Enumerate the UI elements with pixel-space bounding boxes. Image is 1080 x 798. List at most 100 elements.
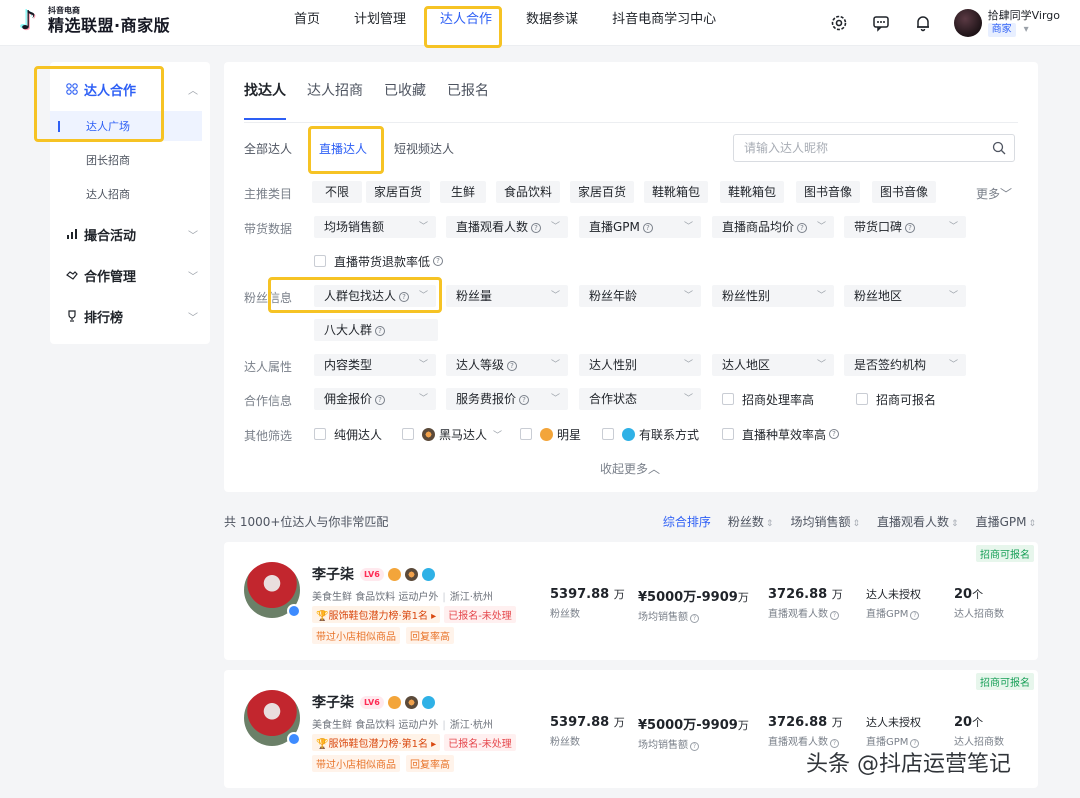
influencer-card[interactable]: 招商可报名 李子柒 LV6 美食生鲜 食品饮料 运动户外 | 浙江·杭州 🏆服饰鞋包…: [224, 542, 1038, 660]
checkbox-label: 有联系方式: [639, 427, 700, 442]
checkbox-has-contact[interactable]: 有联系方式: [602, 423, 699, 445]
checkbox-low-refund[interactable]: 直播带货退款率低?: [314, 250, 444, 272]
influencer-name[interactable]: 李子柒: [312, 692, 354, 712]
avatar[interactable]: [244, 690, 301, 746]
sort-fans[interactable]: 粉丝数 ⇕: [728, 513, 774, 530]
checkbox[interactable]: [402, 428, 414, 440]
dropdown-coop-status[interactable]: 合作状态 ﹀: [579, 388, 701, 410]
category-chip[interactable]: 生鲜: [440, 181, 486, 203]
more-categories-button[interactable]: 更多﹀: [976, 185, 1012, 202]
dropdown-service-fee[interactable]: 服务费报价? ﹀: [446, 388, 568, 410]
nav-home[interactable]: 首页: [282, 0, 332, 46]
category-chip[interactable]: 鞋靴箱包: [720, 181, 784, 203]
sort-viewers[interactable]: 直播观看人数 ⇕: [877, 513, 959, 530]
checkbox[interactable]: [314, 428, 326, 440]
checkbox[interactable]: [602, 428, 614, 440]
dropdown-agency[interactable]: 是否签约机构 ﹀: [844, 354, 966, 376]
dropdown-avg-sales[interactable]: 均场销售额 ﹀: [314, 216, 436, 238]
tab-favorites[interactable]: 已收藏: [384, 80, 426, 120]
category-chip[interactable]: 鞋靴箱包: [644, 181, 708, 203]
tab-influencer-recruit[interactable]: 达人招商: [307, 80, 363, 120]
checkbox[interactable]: [314, 255, 326, 267]
result-count: 共 1000+位达人与你非常匹配: [224, 515, 389, 529]
dropdown-avg-price[interactable]: 直播商品均价? ﹀: [712, 216, 834, 238]
dropdown-label: 合作状态: [589, 392, 638, 406]
checkbox[interactable]: [722, 428, 734, 440]
help-icon: ?: [690, 742, 699, 751]
dropdown-commission[interactable]: 佣金报价? ﹀: [314, 388, 436, 410]
dropdown-gender[interactable]: 达人性别 ﹀: [579, 354, 701, 376]
dropdown-reputation[interactable]: 带货口碑? ﹀: [844, 216, 966, 238]
category-chip[interactable]: 家居百货: [366, 181, 430, 203]
nav-learning[interactable]: 抖音电商学习中心: [600, 0, 728, 46]
checkbox[interactable]: [722, 393, 734, 405]
influencer-name[interactable]: 李子柒: [312, 564, 354, 584]
checkbox-high-process-rate[interactable]: 招商处理率高: [722, 388, 814, 410]
user-avatar[interactable]: [953, 9, 982, 37]
dropdown-live-viewers[interactable]: 直播观看人数? ﹀: [446, 216, 568, 238]
bell-icon[interactable]: [912, 12, 934, 34]
rank-label: 服饰鞋包潜力榜·第1名: [328, 739, 428, 750]
category-chip[interactable]: 图书音像: [796, 181, 860, 203]
search-input[interactable]: [734, 135, 974, 161]
settings-icon[interactable]: [828, 12, 850, 34]
dropdown-content-type[interactable]: 内容类型 ﹀: [314, 354, 436, 376]
sort-icon: ⇕: [1028, 519, 1036, 529]
collapse-button[interactable]: 收起更多︿: [600, 460, 660, 477]
sidebar-group-matching[interactable]: 撮合活动 ﹀: [50, 217, 210, 251]
category-chip[interactable]: 家居百货: [570, 181, 634, 203]
category: 食品饮料: [355, 720, 396, 731]
chevron-down-icon: ﹀: [683, 291, 693, 301]
checkbox-can-register[interactable]: 招商可报名: [856, 388, 936, 410]
dropdown-label: 达人等级: [456, 358, 505, 372]
sidebar-group-ranking[interactable]: 排行榜 ﹀: [50, 299, 210, 333]
category-chip[interactable]: 图书音像: [872, 181, 936, 203]
rank-badge[interactable]: 🏆服饰鞋包潜力榜·第1名 ▸: [312, 734, 441, 751]
sidebar-group-label: 排行榜: [84, 310, 124, 326]
nav-data[interactable]: 数据参谋: [514, 0, 590, 46]
sort-gpm[interactable]: 直播GPM ⇕: [976, 513, 1036, 530]
dropdown-label: 达人性别: [589, 358, 638, 372]
checkbox[interactable]: [520, 428, 532, 440]
rank-badge[interactable]: 🏆服饰鞋包潜力榜·第1名 ▸: [312, 606, 441, 623]
subtab-short-video[interactable]: 短视频达人: [394, 140, 454, 157]
dropdown-fans-region[interactable]: 粉丝地区 ﹀: [844, 285, 966, 307]
avatar[interactable]: [244, 562, 301, 618]
dropdown-eight-crowds[interactable]: 八大人群?: [314, 319, 438, 341]
stat-fans: 5397.88 万 粉丝数: [550, 586, 625, 620]
checkbox[interactable]: [856, 393, 868, 405]
subtab-all[interactable]: 全部达人: [244, 140, 292, 157]
message-icon[interactable]: [870, 12, 892, 34]
main-tabs: 找达人 达人招商 已收藏 已报名: [244, 80, 510, 120]
tab-find-influencer[interactable]: 找达人: [244, 80, 286, 120]
checkbox-dark-horse[interactable]: 黑马达人 ﹀: [402, 423, 502, 445]
checkbox-pure-commission[interactable]: 纯佣达人: [314, 423, 382, 445]
chevron-down-icon: ﹀: [493, 430, 503, 441]
dropdown-fans-gender[interactable]: 粉丝性别 ﹀: [712, 285, 834, 307]
user-menu[interactable]: 拾肆同学Virgo 商家 ▾: [987, 9, 1060, 37]
user-name: 拾肆同学Virgo: [987, 9, 1060, 22]
help-icon: ?: [433, 256, 444, 266]
dropdown-region[interactable]: 达人地区 ﹀: [712, 354, 834, 376]
stat-value: 5397.88: [550, 715, 610, 730]
stat-label: 达人招商数: [954, 609, 1004, 620]
chevron-down-icon: ﹀: [683, 360, 693, 370]
dropdown-level[interactable]: 达人等级? ﹀: [446, 354, 568, 376]
checkbox-seeding-efficiency[interactable]: 直播种草效率高?: [722, 423, 840, 445]
dropdown-fans-count[interactable]: 粉丝量 ﹀: [446, 285, 568, 307]
category-chip[interactable]: 不限: [312, 181, 362, 203]
dropdown-fans-age[interactable]: 粉丝年龄 ﹀: [579, 285, 701, 307]
tab-registered[interactable]: 已报名: [447, 80, 489, 120]
sidebar-item-team-recruit[interactable]: 团长招商: [50, 145, 202, 175]
checkbox-celebrity[interactable]: 明星: [520, 423, 581, 445]
sidebar-group-cooperation[interactable]: 合作管理 ﹀: [50, 258, 210, 292]
search-icon[interactable]: [992, 141, 1006, 158]
brand-logo[interactable]: ♪ ♪ ♪ 抖音电商 精选联盟·商家版: [18, 6, 170, 36]
category-chip[interactable]: 食品饮料: [496, 181, 560, 203]
sort-avg-sales[interactable]: 场均销售额 ⇕: [790, 513, 860, 530]
collapse-label: 收起更多: [600, 462, 649, 476]
dropdown-live-gpm[interactable]: 直播GPM? ﹀: [579, 216, 701, 238]
nav-plan[interactable]: 计划管理: [342, 0, 418, 46]
sort-default[interactable]: 综合排序: [663, 513, 711, 530]
sidebar-item-influencer-recruit[interactable]: 达人招商: [50, 179, 202, 209]
